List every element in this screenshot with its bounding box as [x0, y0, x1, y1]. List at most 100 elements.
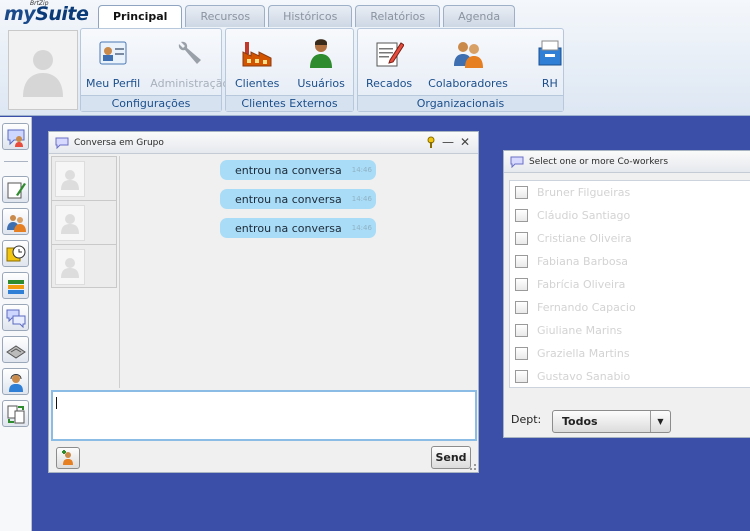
coworkers-window-title: Select one or more Co-workers [529, 156, 669, 167]
message-time: 14:46 [351, 195, 372, 203]
list-item[interactable]: Cristiane Oliveira [510, 227, 750, 250]
close-icon[interactable]: ✕ [460, 135, 470, 149]
participant-slot [52, 157, 116, 201]
colaboradores-label: Colaboradores [428, 77, 508, 90]
avatar [55, 249, 85, 285]
checkbox[interactable] [515, 347, 528, 360]
tab-historicos[interactable]: Históricos [268, 5, 353, 27]
app-logo: BrtZip mySuite [4, 0, 89, 28]
resize-grip[interactable] [470, 464, 476, 470]
folder-box-icon [534, 37, 566, 69]
list-item[interactable]: Graziella Martins [510, 342, 750, 365]
dept-select[interactable]: Todos ▼ [552, 410, 671, 433]
clientes-button[interactable]: Clientes [226, 37, 288, 97]
clientes-label: Clientes [235, 77, 280, 90]
checkbox[interactable] [515, 278, 528, 291]
group-caption-clientes-externos: Clientes Externos [226, 95, 353, 111]
toolbar-divider [4, 161, 28, 162]
checkbox[interactable] [515, 324, 528, 337]
colaboradores-button[interactable]: Colaboradores [420, 37, 516, 97]
left-toolbar [0, 117, 32, 531]
coworker-name: Cláudio Santiago [537, 209, 631, 222]
notepad-icon [373, 37, 405, 69]
logo-brand: mySuite [4, 3, 89, 25]
checkbox[interactable] [515, 255, 528, 268]
pin-icon[interactable] [426, 136, 436, 148]
dept-label: Dept: [511, 413, 542, 426]
chat-bubble-icon [510, 156, 524, 168]
tab-recursos[interactable]: Recursos [185, 5, 266, 27]
coworker-name: Gustavo Sanabio [537, 370, 631, 383]
checkbox[interactable] [515, 232, 528, 245]
rh-button[interactable]: RH [516, 37, 584, 97]
add-user-icon [62, 450, 73, 465]
chat-message: entrou na conversa 14:46 [220, 189, 376, 209]
checkbox[interactable] [515, 209, 528, 222]
participant-slot [52, 201, 116, 245]
support-agent-icon[interactable] [2, 368, 29, 395]
group-caption-organizacionais: Organizacionais [358, 95, 563, 111]
people-icon [452, 37, 484, 69]
keyboard-icon[interactable] [2, 336, 29, 363]
chat-window-title: Conversa em Grupo [74, 137, 164, 148]
chevron-down-icon[interactable]: ▼ [650, 411, 670, 432]
list-item[interactable]: Fernando Capacio [510, 296, 750, 319]
checkbox[interactable] [515, 370, 528, 383]
coworkers-window: Select one or more Co-workers Bruner Fil… [503, 150, 750, 438]
participants-panel [51, 156, 117, 288]
group-configuracoes: Meu Perfil Administração Configurações [80, 28, 229, 112]
avatar[interactable] [8, 30, 78, 110]
administracao-button[interactable]: Administração [145, 37, 234, 97]
checkbox[interactable] [515, 301, 528, 314]
books-icon[interactable] [2, 272, 29, 299]
message-input[interactable] [51, 390, 477, 441]
send-button[interactable]: Send [431, 446, 471, 469]
ribbon-panel: Meu Perfil Administração Configurações C… [4, 28, 564, 112]
coworkers-titlebar[interactable]: Select one or more Co-workers [504, 151, 750, 173]
coworker-name: Cristiane Oliveira [537, 232, 632, 245]
text-caret [56, 397, 57, 409]
coworker-list: Bruner Filgueiras Cláudio Santiago Crist… [509, 180, 750, 388]
user-icon [305, 37, 337, 69]
minimize-icon[interactable]: — [442, 135, 454, 149]
list-item[interactable]: Cláudio Santiago [510, 204, 750, 227]
calendar-clock-icon[interactable] [2, 240, 29, 267]
chat-message: entrou na conversa 14:46 [220, 160, 376, 180]
chat-titlebar[interactable]: Conversa em Grupo — ✕ [49, 132, 478, 154]
dept-select-value: Todos [562, 415, 598, 428]
tab-principal[interactable]: Principal [98, 5, 183, 28]
add-participant-button[interactable] [56, 447, 80, 469]
tab-relatorios[interactable]: Relatórios [355, 5, 441, 27]
coworker-name: Giuliane Marins [537, 324, 623, 337]
usuarios-button[interactable]: Usuários [288, 37, 354, 97]
rh-label: RH [541, 77, 558, 90]
checkbox[interactable] [515, 186, 528, 199]
people-icon[interactable] [2, 208, 29, 235]
meu-perfil-button[interactable]: Meu Perfil [81, 37, 145, 97]
message-list: entrou na conversa 14:46 entrou na conve… [119, 156, 476, 388]
group-clientes-externos: Clientes Usuários Clientes Externos [225, 28, 354, 112]
group-organizacionais: Recados Colaboradores RH Organizacionais [357, 28, 564, 112]
notepad-icon[interactable] [2, 176, 29, 203]
group-chat-window: Conversa em Grupo — ✕ entrou na conversa… [48, 131, 479, 473]
tab-agenda[interactable]: Agenda [443, 5, 516, 27]
message-text: entrou na conversa [235, 163, 342, 177]
profile-card-icon [97, 37, 129, 69]
coworker-name: Fabrícia Oliveira [537, 278, 626, 291]
list-item[interactable]: Giuliane Marins [510, 319, 750, 342]
list-item[interactable]: Fabiana Barbosa [510, 250, 750, 273]
chat-user-icon[interactable] [2, 123, 29, 150]
coworker-name: Fernando Capacio [537, 301, 636, 314]
chat-bubbles-icon[interactable] [2, 304, 29, 331]
chat-bubble-icon [55, 137, 69, 149]
list-item[interactable]: Bruner Filgueiras [510, 181, 750, 204]
recados-button[interactable]: Recados [358, 37, 420, 97]
factory-icon [241, 37, 273, 69]
participant-slot [52, 245, 116, 289]
list-item[interactable]: Fabrícia Oliveira [510, 273, 750, 296]
list-item[interactable]: Gustavo Sanabio [510, 365, 750, 387]
window-controls: — ✕ [426, 135, 470, 149]
coworker-name: Fabiana Barbosa [537, 255, 629, 268]
sync-documents-icon[interactable] [2, 400, 29, 427]
user-silhouette-icon [23, 50, 63, 97]
